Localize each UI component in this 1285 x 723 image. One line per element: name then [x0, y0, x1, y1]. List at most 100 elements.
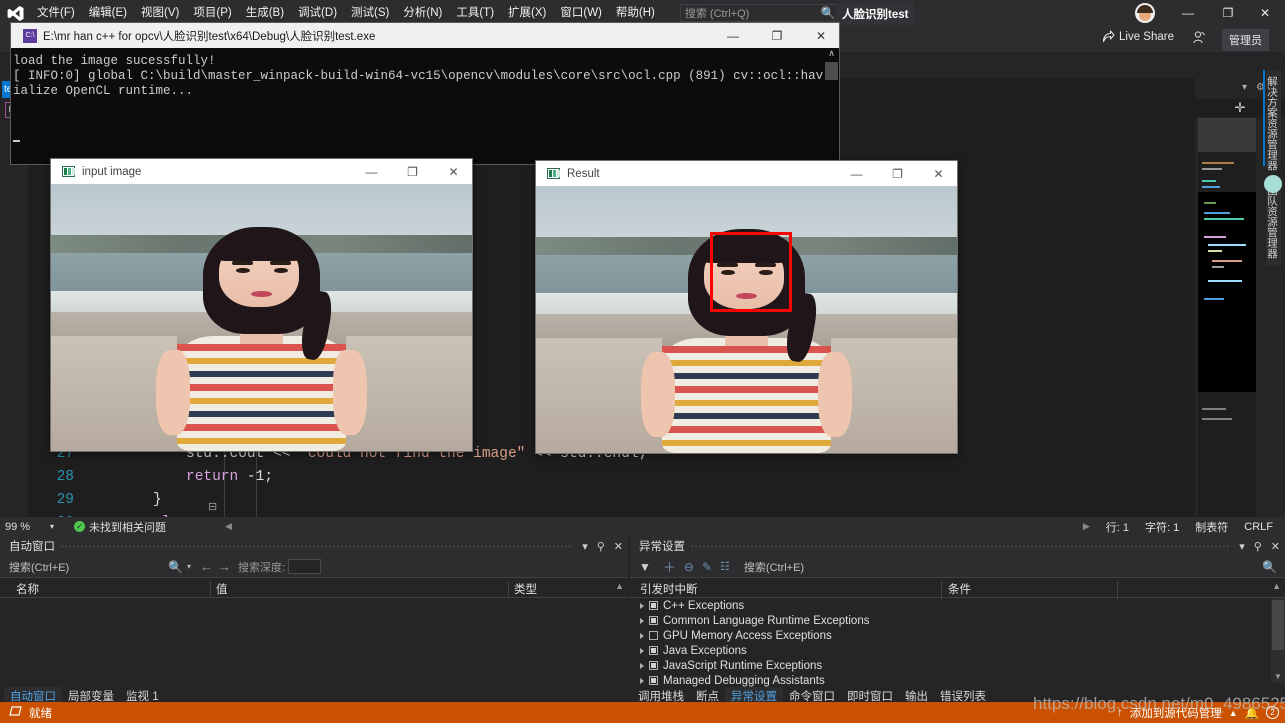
scrollbar-thumb[interactable]: [1272, 600, 1284, 650]
quick-launch-search[interactable]: 搜索 (Ctrl+Q) 🔍: [679, 4, 840, 22]
console-close-button[interactable]: ✕: [799, 23, 843, 48]
fold-marker[interactable]: ⊟: [208, 500, 217, 514]
maximize-button[interactable]: ❐: [1208, 0, 1248, 26]
exceptions-rows[interactable]: C++ Exceptions Common Language Runtime Ex…: [630, 598, 1270, 687]
expand-triangle-icon[interactable]: [640, 677, 644, 684]
drag-dots[interactable]: [60, 545, 572, 548]
chevron-down-icon[interactable]: ▾: [1239, 540, 1245, 553]
minimize-button[interactable]: —: [1168, 0, 1208, 26]
search-icon[interactable]: 🔍: [821, 6, 836, 20]
exception-row[interactable]: C++ Exceptions: [630, 598, 1270, 613]
scroll-up-arrow[interactable]: ▲: [1272, 581, 1281, 591]
console-window[interactable]: C:\ E:\mr han c++ for opcv\人脸识别test\x64\…: [10, 22, 840, 165]
search-icon[interactable]: 🔍: [168, 560, 183, 574]
exception-row[interactable]: JavaScript Runtime Exceptions: [630, 658, 1270, 673]
menu-item-2[interactable]: 视图(V): [134, 3, 186, 24]
console-maximize-button[interactable]: ❐: [755, 23, 799, 48]
chevron-down-icon[interactable]: ▾: [1242, 82, 1247, 93]
exceptions-col-condition[interactable]: 条件: [948, 581, 971, 597]
input-maximize-button[interactable]: ❐: [392, 159, 433, 184]
list-settings-icon[interactable]: ☷: [720, 560, 730, 573]
expand-triangle-icon[interactable]: [640, 647, 644, 654]
drag-dots[interactable]: [690, 545, 1229, 548]
menu-item-1[interactable]: 编辑(E): [82, 3, 134, 24]
exceptions-col-break[interactable]: 引发时中断: [640, 581, 698, 597]
code-line[interactable]: return -1;: [186, 469, 273, 485]
issues-indicator[interactable]: ✓ 未找到相关问题: [74, 519, 166, 535]
menu-item-8[interactable]: 工具(T): [449, 3, 501, 24]
scroll-up-arrow[interactable]: ∧: [824, 48, 839, 59]
autos-col-type[interactable]: 类型: [514, 581, 537, 597]
autos-col-value[interactable]: 值: [216, 581, 228, 597]
exception-checkbox[interactable]: [649, 616, 658, 625]
exception-row[interactable]: GPU Memory Access Exceptions: [630, 628, 1270, 643]
console-output[interactable]: load the image sucessfully![ INFO:0] glo…: [11, 48, 839, 165]
chevron-down-icon[interactable]: ▾: [187, 562, 191, 571]
hscroll-right-arrow[interactable]: ▶: [1083, 521, 1090, 532]
live-share-button[interactable]: Live Share: [1102, 30, 1174, 43]
menu-item-0[interactable]: 文件(F): [30, 3, 82, 24]
exception-row[interactable]: Common Language Runtime Exceptions: [630, 613, 1270, 628]
exception-checkbox[interactable]: [649, 646, 658, 655]
menu-item-11[interactable]: 帮助(H): [609, 3, 662, 24]
send-feedback-icon[interactable]: [1192, 30, 1208, 46]
menu-item-10[interactable]: 窗口(W): [553, 3, 609, 24]
menu-item-7[interactable]: 分析(N): [396, 3, 449, 24]
filter-icon[interactable]: ▼: [639, 560, 651, 574]
exception-checkbox[interactable]: [649, 676, 658, 685]
autos-col-name[interactable]: 名称: [16, 581, 39, 597]
console-minimize-button[interactable]: —: [711, 23, 755, 48]
close-button[interactable]: ✕: [1245, 0, 1285, 26]
console-title-bar[interactable]: C:\ E:\mr han c++ for opcv\人脸识别test\x64\…: [11, 23, 839, 48]
expand-triangle-icon[interactable]: [640, 662, 644, 669]
menu-item-9[interactable]: 扩展(X): [501, 3, 553, 24]
input-image-window[interactable]: input image — ❐ ✕: [50, 158, 473, 452]
menu-item-6[interactable]: 测试(S): [344, 3, 396, 24]
expand-triangle-icon[interactable]: [640, 602, 644, 609]
input-minimize-button[interactable]: —: [351, 159, 392, 184]
autos-rows-area[interactable]: [0, 598, 628, 683]
autos-search-input[interactable]: 搜索(Ctrl+E): [0, 559, 69, 575]
search-icon[interactable]: 🔍: [1262, 560, 1277, 574]
exception-checkbox[interactable]: [649, 601, 658, 610]
result-maximize-button[interactable]: ❐: [877, 161, 918, 186]
console-scrollbar[interactable]: ∧: [824, 48, 839, 165]
menu-item-5[interactable]: 调试(D): [291, 3, 344, 24]
menu-item-4[interactable]: 生成(B): [239, 3, 291, 24]
code-minimap[interactable]: [1198, 118, 1256, 518]
input-window-title-bar[interactable]: input image — ❐ ✕: [51, 159, 472, 184]
exceptions-search-input[interactable]: 搜索(Ctrl+E): [744, 559, 804, 575]
close-icon[interactable]: ✕: [1271, 540, 1280, 553]
remove-icon[interactable]: ⊖: [684, 560, 694, 574]
code-line[interactable]: }: [153, 492, 162, 508]
exception-checkbox[interactable]: [649, 661, 658, 670]
close-icon[interactable]: ✕: [614, 540, 623, 553]
pin-icon[interactable]: ⚲: [1254, 540, 1262, 553]
input-close-button[interactable]: ✕: [433, 159, 474, 184]
result-window-title-bar[interactable]: Result — ❐ ✕: [536, 161, 957, 186]
result-window[interactable]: Result — ❐ ✕: [535, 160, 958, 454]
chevron-down-icon[interactable]: ▾: [582, 540, 588, 553]
add-icon[interactable]: ＋: [663, 557, 676, 576]
scroll-down-arrow[interactable]: ▼: [1274, 672, 1282, 681]
result-minimize-button[interactable]: —: [836, 161, 877, 186]
exceptions-scrollbar[interactable]: ▼: [1271, 598, 1285, 683]
expand-triangle-icon[interactable]: [640, 617, 644, 624]
hscroll-left-arrow[interactable]: ◀: [225, 521, 232, 532]
vertical-tab-solution-explorer[interactable]: 解决方案资源管理器: [1266, 70, 1281, 171]
result-close-button[interactable]: ✕: [918, 161, 959, 186]
pin-icon[interactable]: ⚲: [597, 540, 605, 553]
expand-triangle-icon[interactable]: [640, 632, 644, 639]
prev-icon[interactable]: ←: [200, 559, 213, 574]
user-avatar[interactable]: [1135, 3, 1155, 23]
exception-checkbox[interactable]: [649, 631, 658, 640]
exception-row[interactable]: Java Exceptions: [630, 643, 1270, 658]
menu-item-3[interactable]: 项目(P): [186, 3, 238, 24]
minimap-viewport[interactable]: [1198, 118, 1256, 152]
edit-icon[interactable]: ✎: [702, 560, 712, 574]
next-icon[interactable]: →: [218, 559, 231, 574]
zoom-level-selector[interactable]: 99 % ▾: [0, 521, 60, 533]
scrollbar-thumb[interactable]: [825, 62, 838, 80]
search-depth-input[interactable]: [288, 559, 321, 574]
chevron-down-icon[interactable]: ▾: [50, 522, 54, 531]
